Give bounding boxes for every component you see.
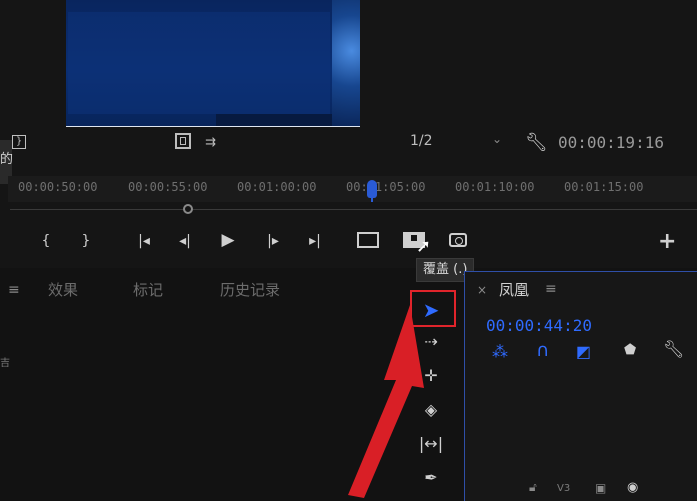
- video-preview: [66, 0, 360, 127]
- close-icon[interactable]: ×: [477, 283, 487, 297]
- zoom-handle[interactable]: [183, 204, 193, 214]
- add-button-icon[interactable]: +: [658, 229, 676, 254]
- mouse-cursor-icon: ➚: [416, 236, 432, 257]
- ruler-tick: 00:01:10:00: [455, 180, 535, 194]
- insert-icon[interactable]: [357, 232, 379, 248]
- tab-effects[interactable]: 效果: [48, 279, 78, 300]
- go-to-out-icon[interactable]: ▸|: [305, 231, 325, 251]
- sequence-title[interactable]: 凤凰: [499, 279, 529, 300]
- ruler-tick: 00:01:05:00: [346, 180, 426, 194]
- eye-icon[interactable]: ◉: [627, 480, 638, 495]
- timeline-settings-wrench-icon[interactable]: 🔧︎: [663, 340, 685, 360]
- chevron-down-icon[interactable]: ⌄: [492, 132, 502, 146]
- export-frame-film-icon[interactable]: [175, 133, 191, 149]
- left-edge-char: 吉: [0, 358, 10, 369]
- mark-out-icon[interactable]: }: [76, 231, 96, 251]
- ruler-tick: 00:00:55:00: [128, 180, 208, 194]
- panel-menu-icon[interactable]: ≡: [545, 281, 557, 297]
- lock-icon[interactable]: 🔓︎: [529, 480, 537, 495]
- page-indicator: 1/2: [410, 133, 433, 149]
- snap-magnet-icon[interactable]: ∩: [536, 340, 549, 361]
- tab-history[interactable]: 历史记录: [220, 279, 280, 300]
- go-to-in-icon[interactable]: |◂: [134, 231, 154, 251]
- step-back-icon[interactable]: ◂|: [175, 231, 195, 251]
- step-forward-icon[interactable]: |▸: [263, 231, 283, 251]
- track-label: V3: [557, 483, 571, 494]
- add-marker-icon[interactable]: ⬟: [624, 342, 636, 358]
- monitor-timecode: 00:00:19:16: [558, 133, 664, 152]
- sync-lock-icon[interactable]: ▣: [595, 481, 606, 495]
- timeline-panel: × 凤凰 ≡ 00:00:44:20 ⁂ ∩ ◩ ⬟ 🔧︎ 🔓︎ V3 ▣ ◉: [464, 271, 697, 501]
- audio-waveform-icon[interactable]: ⇉: [205, 135, 216, 150]
- annotation-arrow-icon: [348, 305, 424, 498]
- play-icon[interactable]: ▶: [218, 230, 238, 250]
- tab-markers[interactable]: 标记: [133, 279, 163, 300]
- zoom-scrollbar[interactable]: [10, 209, 697, 210]
- fit-icon[interactable]: }: [12, 135, 26, 149]
- ruler-tick: 00:00:50:00: [18, 180, 98, 194]
- panel-menu-icon[interactable]: ≡: [8, 282, 20, 298]
- timeline-timecode[interactable]: 00:00:44:20: [486, 316, 592, 335]
- camera-icon[interactable]: [449, 233, 467, 247]
- playhead-line: [371, 182, 373, 202]
- wrench-icon[interactable]: 🔧︎: [525, 132, 548, 153]
- program-monitor: 的 } ⇉ 1/2 ⌄ 🔧︎ 00:00:19:16 00:00:50:00 0…: [0, 0, 697, 268]
- effects-panel: ≡ 效果 标记 历史记录 吉: [0, 268, 388, 500]
- mark-in-icon[interactable]: {: [36, 231, 56, 251]
- linked-selection-icon[interactable]: ◩: [576, 342, 591, 361]
- left-edge-char: 的: [0, 152, 14, 167]
- ruler-tick: 00:01:15:00: [564, 180, 644, 194]
- ruler-tick: 00:01:00:00: [237, 180, 317, 194]
- nest-sequence-icon[interactable]: ⁂: [492, 342, 508, 361]
